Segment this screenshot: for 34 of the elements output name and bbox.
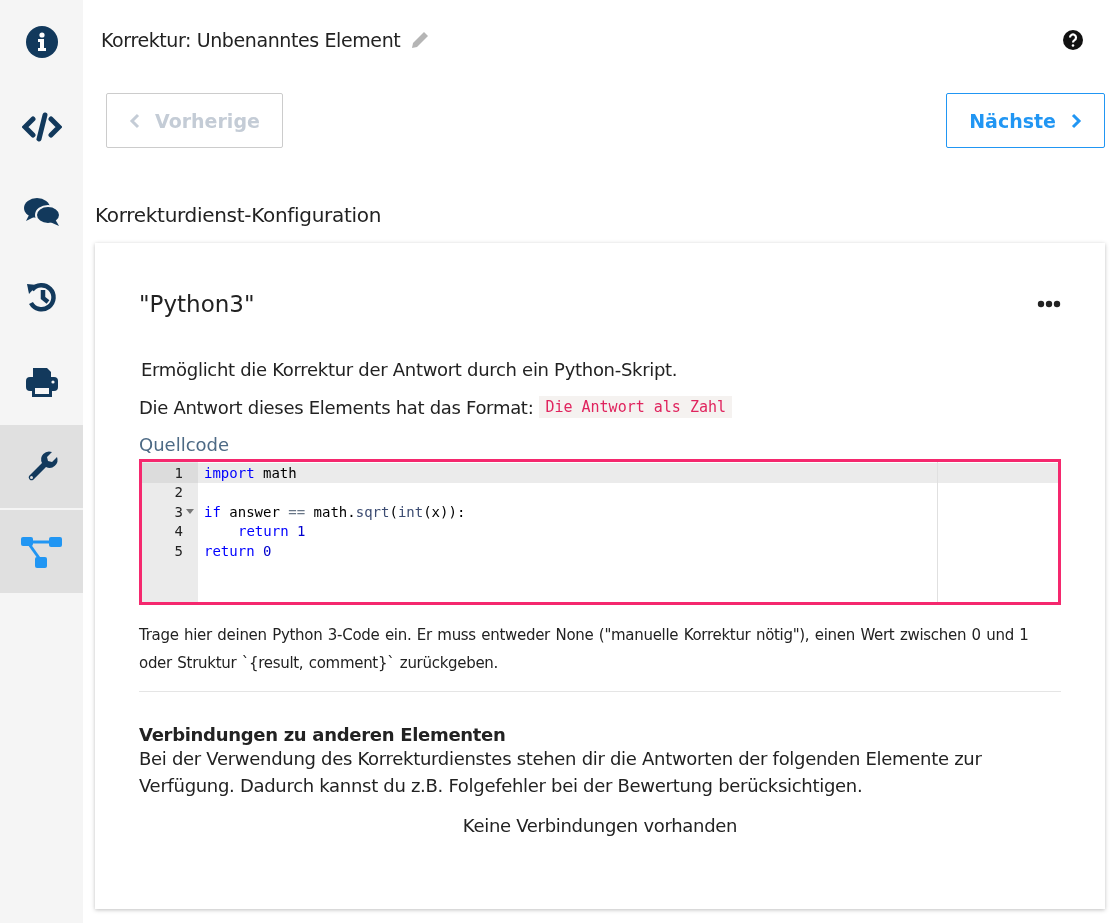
fold-caret-icon[interactable] [186,508,194,515]
empty-message: Keine Verbindungen vorhanden [462,815,738,836]
more-options-icon[interactable] [1037,300,1061,308]
code-line: if answer == math.sqrt(int(x)): [204,503,466,520]
sidebar-item[interactable] [0,425,83,510]
card-title: "Python3" [139,291,255,317]
format-code: Die Antwort als Zahl [539,396,733,418]
history-icon [24,280,59,313]
info-icon [25,25,58,58]
help-icon[interactable] [1063,30,1083,50]
line-number: 2 [174,484,183,501]
description-text: Ermöglicht die Korrektur der Antwort durch ein Python-Skript. [141,359,679,380]
node-tree-icon [20,534,63,569]
editor-label: Quellcode [139,434,231,455]
code-line: return 0 [204,542,272,559]
page-title: Korrektur: Unbenanntes Element [101,29,401,51]
code-line: import math [204,464,297,481]
chevron-left-icon [129,112,141,129]
printer-icon [24,365,59,398]
help-text: Trage hier deinen Python 3-Code ein. Er muss entweder None ("manuelle Korrektur nötig"), einen Wert zwischen 0 und 1 oder Struktur `{result, comment}` zurückgeben. [139,625,1030,674]
code-line: return 1 [238,523,306,540]
line-number: 3 [174,503,183,520]
code-editor[interactable]: 1 2 3 4 5 import math if answer == math.sqrt(int(x)): return 1 return 0 [139,459,1061,605]
chevron-right-icon [1070,112,1082,129]
speech-bubbles-icon [22,196,61,227]
next-button[interactable]: Nächste [946,93,1105,148]
code-icon [21,111,62,142]
line-number: 4 [174,523,183,540]
format-label: Die Antwort dieses Elements hat das Format: [139,396,534,418]
line-number: 5 [174,542,183,559]
connections-heading: Verbindungen zu anderen Elementen [139,724,507,745]
section-title: Korrekturdienst-Konfiguration [95,203,383,227]
line-number: 1 [174,464,183,481]
connections-description: Bei der Verwendung des Korrekturdienstes stehen dir die Antworten der folgenden Elemente zur Verfügung. Dadurch kannst du z.B. Folgefehler bei der Bewertung berücksichtigen. [139,747,983,798]
